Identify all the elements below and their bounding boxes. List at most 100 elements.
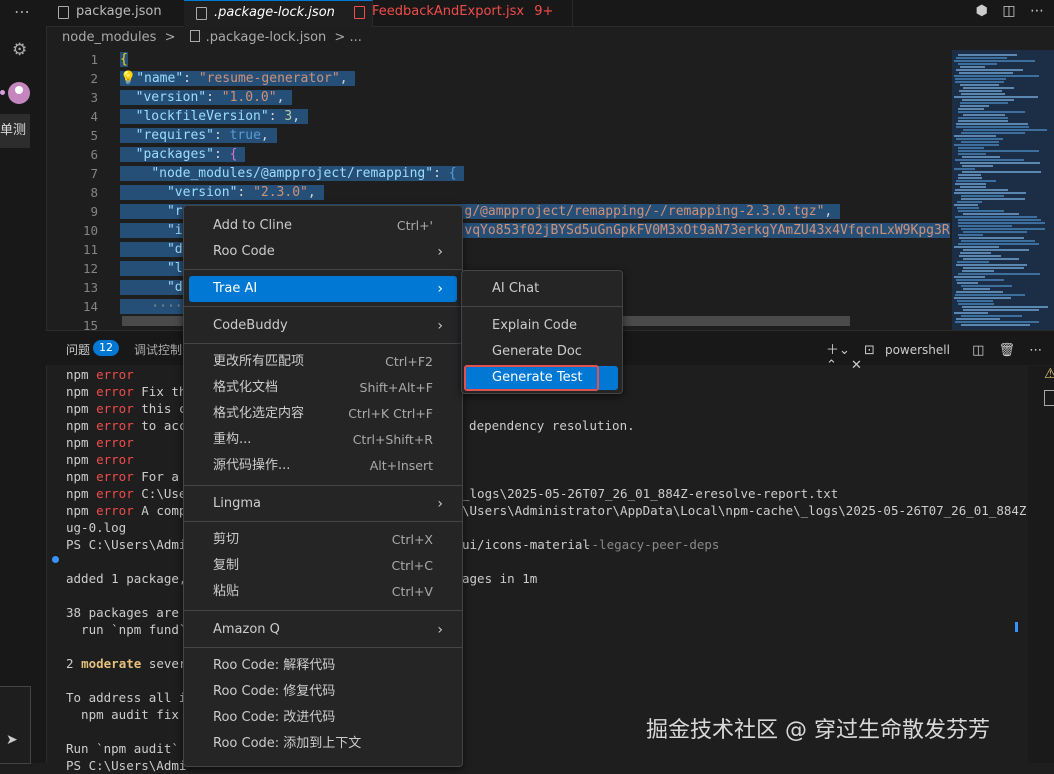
submenu-item-explain-code[interactable]: Explain Code xyxy=(466,314,618,338)
editor-tabs: package.json .package-lock.json Feedback… xyxy=(46,0,1054,27)
minimap-line xyxy=(957,300,993,302)
submenu-item-ai-chat[interactable]: AI Chat xyxy=(466,277,618,301)
minimap-line xyxy=(954,144,999,146)
menu-item-roo-fix[interactable]: Roo Code: 修复代码 xyxy=(189,679,457,705)
trash-icon[interactable]: 🗑 xyxy=(999,343,1016,358)
menu-item-source-action[interactable]: 源代码操作... Alt+Insert xyxy=(189,453,457,479)
minimap-line xyxy=(954,276,985,278)
chevron-right-icon: › xyxy=(437,622,443,638)
menu-item-roo-add-context[interactable]: Roo Code: 添加到上下文 xyxy=(189,731,457,757)
minimap-line xyxy=(955,183,986,185)
more-icon[interactable]: ⋯ xyxy=(14,2,31,21)
watermark: 掘金技术社区 @ 穿过生命散发芬芳 xyxy=(646,718,990,743)
problem-badge: 9+ xyxy=(534,4,554,19)
menu-item-roo-explain[interactable]: Roo Code: 解释代码 xyxy=(189,653,457,679)
minimap[interactable] xyxy=(952,50,1054,330)
menu-item-format-selection[interactable]: 格式化选定内容 Ctrl+K Ctrl+F xyxy=(189,401,457,427)
menu-item-add-to-cline[interactable]: Add to Cline Ctrl+' xyxy=(189,213,457,239)
minimap-line xyxy=(956,291,1003,293)
minimap-line xyxy=(963,267,1024,269)
editor-context-menu: Add to Cline Ctrl+' Roo Code › Trae AI › Co… xyxy=(183,205,463,767)
line-number: 5 xyxy=(90,128,98,143)
unit-test-tab[interactable]: 单测 xyxy=(0,114,30,148)
menu-item-paste[interactable]: 粘贴 Ctrl+V xyxy=(189,579,457,605)
tab-label: FeedbackAndExport.jsx xyxy=(372,4,525,19)
breadcrumb: node_modules > .package-lock.json > ... xyxy=(62,30,362,45)
minimap-line xyxy=(954,312,988,314)
tab-feedback-export-jsx[interactable]: FeedbackAndExport.jsx 9+ xyxy=(342,0,573,26)
minimap-line xyxy=(958,273,1040,275)
minimap-line xyxy=(955,294,1025,296)
terminal-tab-icon[interactable] xyxy=(1044,390,1054,406)
line-number: 3 xyxy=(90,90,98,105)
breadcrumb-separator: > xyxy=(164,30,176,45)
minimap-line xyxy=(954,297,1011,299)
menu-separator xyxy=(184,343,462,344)
chevron-right-icon: › xyxy=(437,244,443,260)
menu-item-refactor[interactable]: 重构... Ctrl+Shift+R xyxy=(189,427,457,453)
code-token: "r xyxy=(166,204,183,219)
split-terminal-icon[interactable]: ◫ xyxy=(972,343,984,358)
lightbulb-icon[interactable]: 💡 xyxy=(120,71,136,86)
minimap-line xyxy=(961,195,1004,197)
minimap-line xyxy=(958,120,1008,122)
minimap-line xyxy=(963,129,1047,131)
minimap-line xyxy=(958,174,981,176)
code-token: "version" xyxy=(166,185,238,200)
minimap-line xyxy=(954,96,1038,98)
submenu-item-generate-doc[interactable]: Generate Doc xyxy=(466,340,618,364)
menu-item-change-all-occurrences[interactable]: 更改所有匹配项 Ctrl+F2 xyxy=(189,349,457,375)
shell-name[interactable]: powershell xyxy=(885,343,950,357)
menu-item-roo-improve[interactable]: Roo Code: 改进代码 xyxy=(189,705,457,731)
menu-item-roo-code[interactable]: Roo Code › xyxy=(189,239,457,265)
minimap-line xyxy=(959,237,1024,239)
minimap-line xyxy=(958,111,1025,113)
send-icon[interactable]: ➤ xyxy=(6,732,18,748)
more-icon[interactable]: ⋯ xyxy=(1029,343,1042,358)
terminal-scrollbar[interactable]: ⚠ xyxy=(1015,366,1054,763)
menu-item-trae-ai[interactable]: Trae AI › xyxy=(189,276,457,302)
new-terminal-icon[interactable]: ＋⌄ xyxy=(826,343,850,358)
minimap-line xyxy=(958,210,1004,212)
more-actions-icon[interactable]: ⋯ xyxy=(1030,3,1044,19)
minimap-line xyxy=(961,315,1022,317)
warning-icon[interactable]: ⚠ xyxy=(1044,366,1054,382)
minimap-line xyxy=(958,63,997,65)
breadcrumb-tail[interactable]: > ... xyxy=(334,30,361,45)
minimap-line xyxy=(957,282,978,284)
terminal-icon: ⊡ xyxy=(864,343,875,358)
minimap-line xyxy=(961,132,1025,134)
breadcrumb-folder[interactable]: node_modules xyxy=(62,30,156,45)
tab-problems[interactable]: 问题 xyxy=(66,341,90,358)
minimap-line xyxy=(963,288,990,290)
menu-item-codebuddy[interactable]: CodeBuddy › xyxy=(189,313,457,339)
minimap-line xyxy=(960,162,1040,164)
notification-dot xyxy=(0,90,5,95)
minimap-line xyxy=(956,279,1004,281)
extension-icon[interactable]: ⬢ xyxy=(976,3,988,19)
minimap-line xyxy=(958,54,1017,56)
account-avatar[interactable] xyxy=(8,82,30,104)
minimap-line xyxy=(955,78,1006,80)
code-token: "i xyxy=(166,223,183,238)
menu-item-copy[interactable]: 复制 Ctrl+C xyxy=(189,553,457,579)
menu-item-amazon-q[interactable]: Amazon Q › xyxy=(189,617,457,643)
gear-icon[interactable]: ⚙ xyxy=(12,40,27,60)
minimap-line xyxy=(959,255,1001,257)
split-editor-icon[interactable]: ◫ xyxy=(1002,3,1015,19)
chevron-right-icon: › xyxy=(437,281,443,297)
minimap-line xyxy=(962,99,1014,101)
file-icon xyxy=(196,7,207,20)
minimap-line xyxy=(957,261,989,263)
line-number: 10 xyxy=(82,223,98,238)
menu-item-cut[interactable]: 剪切 Ctrl+X xyxy=(189,527,457,553)
menu-item-lingma[interactable]: Lingma › xyxy=(189,491,457,517)
breadcrumb-file[interactable]: .package-lock.json xyxy=(206,30,327,45)
file-icon xyxy=(354,6,365,19)
menu-item-format-document[interactable]: 格式化文档 Shift+Alt+F xyxy=(189,375,457,401)
minimap-line xyxy=(958,225,1012,227)
line-number: 6 xyxy=(90,147,98,162)
activity-bar: ⋯ ⚙ 单测 ➤ xyxy=(0,0,47,764)
minimap-line xyxy=(961,93,1005,95)
minimap-line xyxy=(958,108,984,110)
